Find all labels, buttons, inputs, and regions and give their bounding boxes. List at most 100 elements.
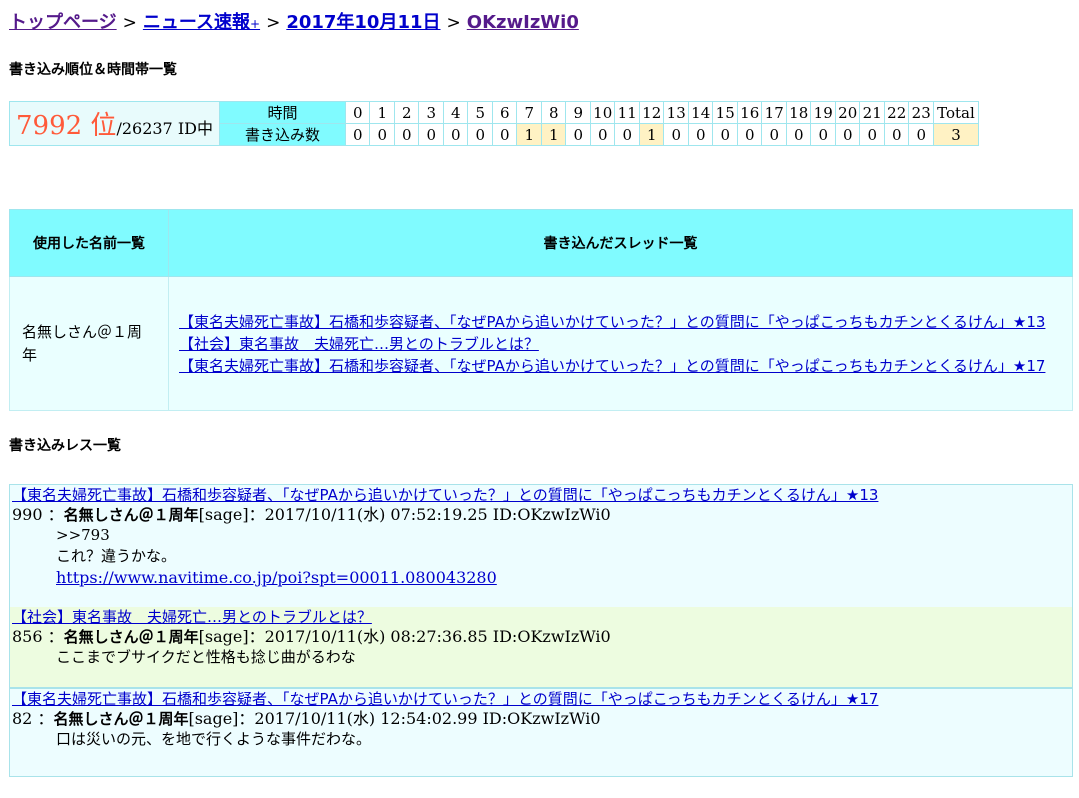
hour-cell: 10 [589,101,616,124]
thread-list-header: 書き込んだスレッド一覧 [168,209,1073,277]
post-thread-link[interactable]: 【東名夫婦死亡事故】石橋和歩容疑者、「なぜPAから追いかけていった？」との質問に… [10,689,1072,709]
post-meta: [sage]：2017/10/11(水) 07:52:19.25 ID:OKzw… [198,505,611,524]
count-cell: 0 [418,123,444,146]
hour-cell: 1 [369,101,395,124]
count-cell: 0 [712,123,738,146]
count-cell: 1 [540,123,567,146]
breadcrumb-board-label: ニュース速報 [142,12,250,33]
count-cell: 0 [810,123,836,146]
count-cell: 0 [589,123,616,146]
breadcrumb-top-link[interactable]: トップページ [9,12,117,33]
post-author: 名無しさん＠１周年 [53,710,189,728]
count-label: 書き込み数 [218,123,346,146]
hour-cell: 6 [491,101,518,124]
hour-cell: 7 [516,101,542,124]
hour-cell: 16 [736,101,763,124]
count-cell: 0 [491,123,518,146]
thread-link[interactable]: 【社会】東名事故 夫婦死亡…男とのトラブルとは？ [179,335,539,353]
hour-cell: 8 [540,101,567,124]
post-thread-link[interactable]: 【社会】東名事故 夫婦死亡…男とのトラブルとは？ [10,607,1072,627]
name-list-header: 使用した名前一覧 [9,209,169,277]
count-cell: 0 [908,123,934,146]
rank-total: /26237 ID中 [116,119,213,138]
used-name: 名無しさん＠１周年 [9,276,169,411]
count-cell: 0 [663,123,689,146]
post-line: 口は災いの元、を地で行くような事件だわな。 [56,730,372,748]
hour-cell: 5 [467,101,493,124]
hour-cell: 13 [663,101,689,124]
count-cell: 0 [344,123,371,146]
breadcrumb-separator: > [446,13,461,33]
hour-cell: 4 [442,101,469,124]
hour-cell: 21 [859,101,885,124]
post-meta: [sage]：2017/10/11(水) 12:54:02.99 ID:OKzw… [188,709,601,728]
count-cell: 0 [834,123,861,146]
breadcrumb-separator: > [266,13,281,33]
count-cell: 0 [565,123,591,146]
post-number: 82 [12,709,33,728]
rank-hour-table: 7992 位/26237 ID中 時間 0 1 2 3 4 5 6 7 8 9 … [9,101,979,146]
count-cell: 0 [369,123,395,146]
thread-link[interactable]: 【東名夫婦死亡事故】石橋和歩容疑者、「なぜPAから追いかけていった？」との質問に… [179,313,1045,331]
count-total: 3 [932,123,979,146]
breadcrumb-date-link[interactable]: 2017年10月11日 [286,12,440,33]
post-thread-link[interactable]: 【東名夫婦死亡事故】石橋和歩容疑者、「なぜPAから追いかけていった？」との質問に… [10,485,1072,505]
post-header: 856 ：名無しさん＠１周年[sage]：2017/10/11(水) 08:27… [12,627,611,646]
thread-link[interactable]: 【東名夫婦死亡事故】石橋和歩容疑者、「なぜPAから追いかけていった？」との質問に… [179,357,1045,375]
hour-cell: 0 [344,101,371,124]
count-cell: 0 [442,123,469,146]
hour-cell: 19 [810,101,836,124]
hour-cell: 3 [418,101,444,124]
rank-value: 7992 位 [16,111,117,141]
names-table-row: 名無しさん＠１周年 【東名夫婦死亡事故】石橋和歩容疑者、「なぜPAから追いかけて… [9,276,1073,411]
count-cell: 0 [687,123,714,146]
rank-section-title: 書き込み順位＆時間帯一覧 [9,62,177,78]
hour-cell: 14 [687,101,714,124]
rank-cell: 7992 位/26237 ID中 [9,101,220,146]
post-body: ここまでブサイクだと性格も捻じ曲がるわな [10,647,1072,668]
hour-cell: 9 [565,101,591,124]
count-cell: 1 [516,123,542,146]
count-cell: 0 [614,123,640,146]
hour-total-header: Total [932,101,979,124]
post-anchor: >>793 [56,526,110,544]
count-cell: 0 [859,123,885,146]
hour-label: 時間 [218,101,346,124]
hour-cell: 15 [712,101,738,124]
names-threads-table: 使用した名前一覧 書き込んだスレッド一覧 名無しさん＠１周年 【東名夫婦死亡事故… [9,209,1073,411]
count-cell: 1 [638,123,665,146]
breadcrumb-id-link[interactable]: OKzwIzWi0 [467,12,579,33]
count-cell: 0 [785,123,812,146]
hour-cell: 22 [883,101,910,124]
post-item: 【東名夫婦死亡事故】石橋和歩容疑者、「なぜPAから追いかけていった？」との質問に… [9,484,1073,608]
hour-cell: 23 [908,101,934,124]
post-line: これ？違うかな。 [56,547,177,565]
breadcrumb: トップページ > ニュース速報+ >2017年10月11日 > OKzwIzWi0 [9,8,579,34]
count-cell: 0 [736,123,763,146]
post-item: 【東名夫婦死亡事故】石橋和歩容疑者、「なぜPAから追いかけていった？」との質問に… [9,688,1073,777]
hour-cell: 18 [785,101,812,124]
count-cell: 0 [467,123,493,146]
breadcrumb-board-plus: + [250,17,261,31]
post-item: 【社会】東名事故 夫婦死亡…男とのトラブルとは？ 856 ：名無しさん＠１周年[… [9,607,1073,688]
post-header: 990 ：名無しさん＠１周年[sage]：2017/10/11(水) 07:52… [12,505,611,524]
breadcrumb-board-link[interactable]: ニュース速報+ [143,12,260,33]
post-number: 856 [12,627,43,646]
post-number: 990 [12,505,43,524]
names-table-header-row: 使用した名前一覧 書き込んだスレッド一覧 [9,209,1073,277]
thread-list: 【東名夫婦死亡事故】石橋和歩容疑者、「なぜPAから追いかけていった？」との質問に… [168,276,1073,411]
post-url-link[interactable]: https://www.navitime.co.jp/poi?spt=00011… [56,568,497,587]
hour-cell: 20 [834,101,861,124]
breadcrumb-separator: > [122,13,137,33]
post-header: 82 ：名無しさん＠１周年[sage]：2017/10/11(水) 12:54:… [12,709,601,728]
hour-cell: 17 [761,101,787,124]
post-body: 口は災いの元、を地で行くような事件だわな。 [10,729,1072,750]
post-meta: [sage]：2017/10/11(水) 08:27:36.85 ID:OKzw… [198,627,611,646]
post-body: >>793 これ？違うかな。 https://www.navitime.co.j… [10,525,1072,589]
post-author: 名無しさん＠１周年 [63,506,199,524]
hour-cell: 11 [614,101,640,124]
post-line: ここまでブサイクだと性格も捻じ曲がるわな [56,648,356,666]
posts-section-title: 書き込みレス一覧 [9,438,121,454]
count-cell: 0 [393,123,420,146]
post-author: 名無しさん＠１周年 [63,628,199,646]
